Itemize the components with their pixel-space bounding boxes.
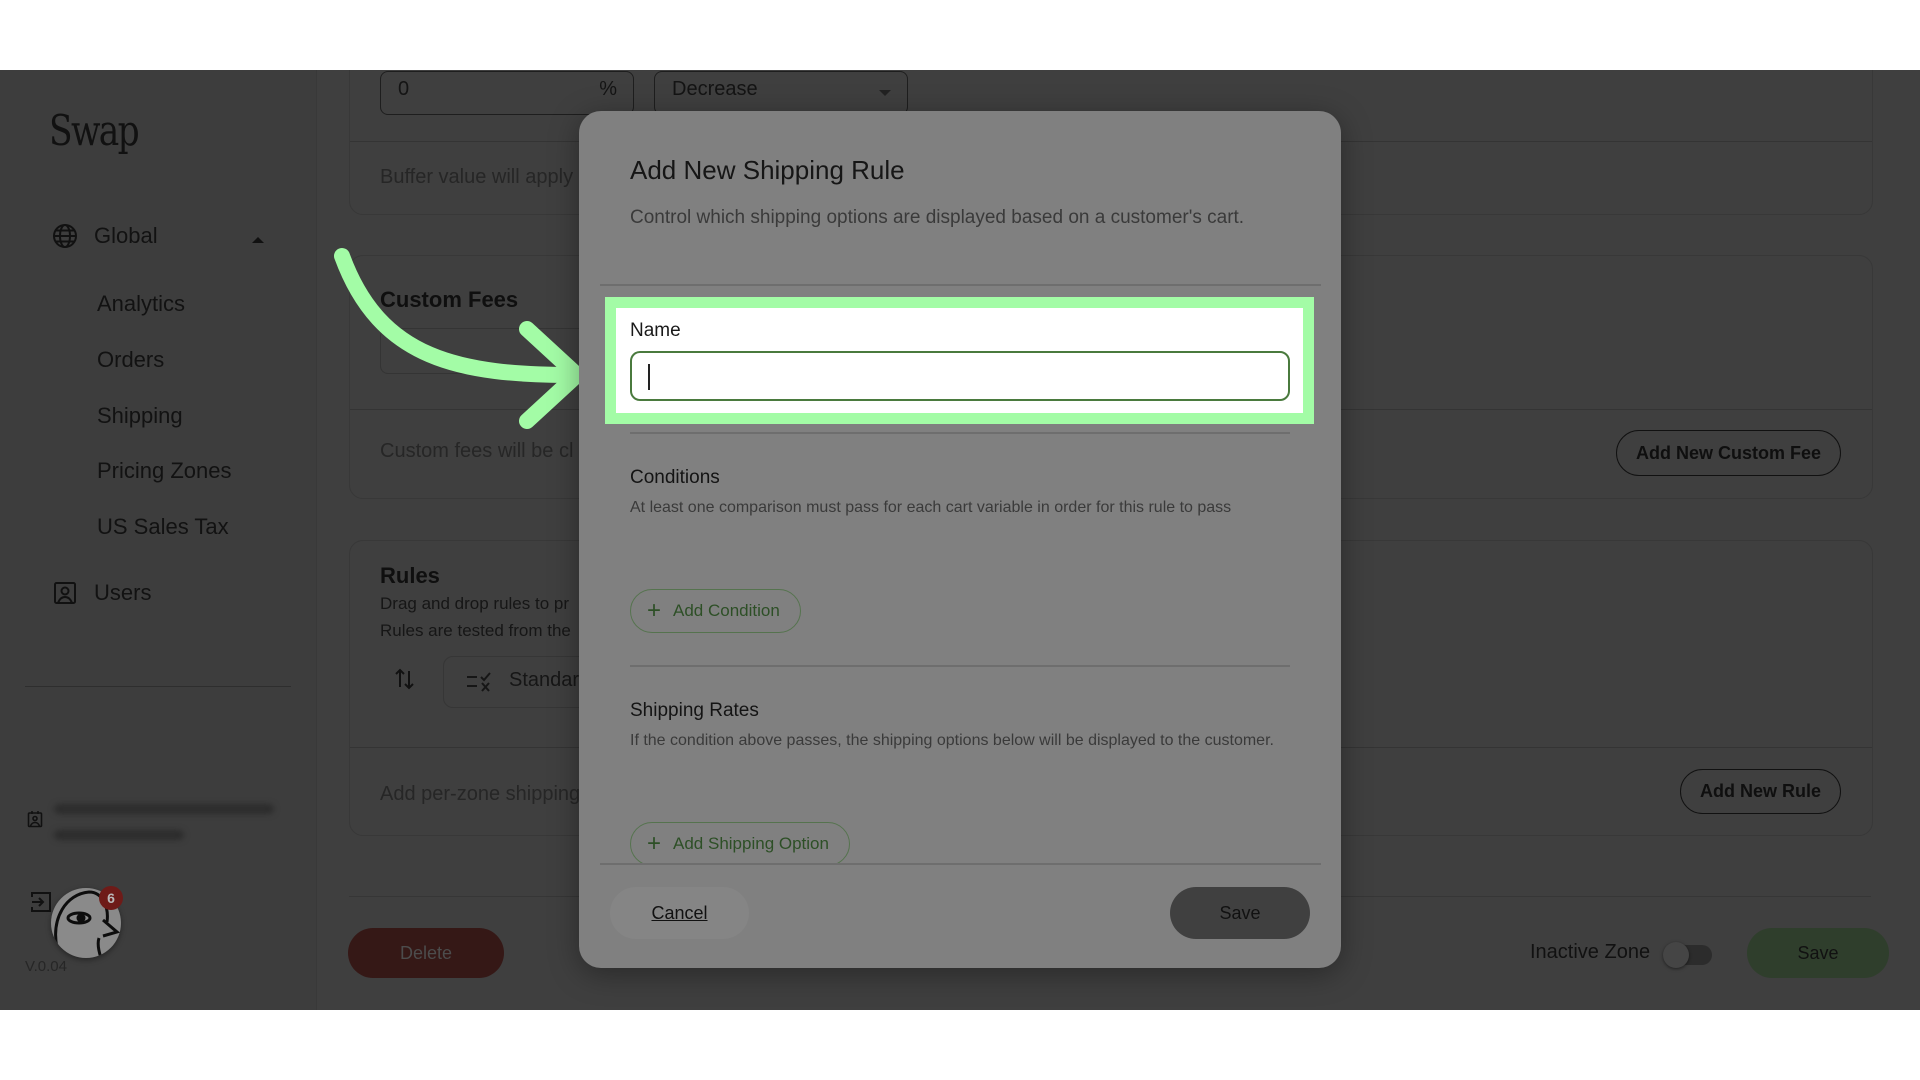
buffer-value-input[interactable]: 0 %	[380, 71, 634, 115]
chevron-down-icon	[879, 90, 891, 96]
sidebar-item-shipping[interactable]: Shipping	[97, 403, 183, 429]
sidebar-divider	[25, 686, 291, 687]
add-shipping-rule-modal: Add New Shipping Rule Control which ship…	[579, 111, 1341, 968]
add-new-custom-fee-button[interactable]: Add New Custom Fee	[1616, 430, 1841, 476]
sidebar: Swap Global Analytics Orders Shipping Pr…	[0, 70, 317, 1010]
add-shipping-option-label: Add Shipping Option	[673, 834, 829, 853]
logo: Swap	[49, 106, 140, 155]
modal-footer-divider	[600, 863, 1321, 865]
sidebar-item-global-label: Global	[94, 223, 158, 248]
rules-desc-1: Drag and drop rules to pr	[380, 594, 569, 613]
account-icon	[27, 810, 43, 833]
chevron-up-icon[interactable]	[252, 237, 264, 243]
modal-scroll-area: + Add Shipping Option	[579, 111, 1341, 863]
sidebar-item-analytics[interactable]: Analytics	[97, 291, 185, 317]
sidebar-item-us-sales-tax[interactable]: US Sales Tax	[97, 514, 229, 540]
inactive-zone-label: Inactive Zone	[1530, 941, 1651, 963]
buffer-value: 0	[398, 78, 410, 100]
sidebar-item-orders[interactable]: Orders	[97, 347, 164, 373]
notification-badge: 6	[99, 886, 123, 910]
inactive-zone-toggle[interactable]	[1663, 942, 1712, 968]
rules-note: Add per-zone shipping	[380, 783, 581, 805]
logout-icon[interactable]	[29, 890, 53, 919]
app-window: Swap Global Analytics Orders Shipping Pr…	[0, 70, 1920, 1010]
globe-icon	[52, 223, 78, 249]
add-new-rule-button[interactable]: Add New Rule	[1680, 769, 1841, 814]
delete-button[interactable]: Delete	[348, 928, 504, 978]
plus-icon: +	[647, 830, 662, 857]
annotation-arrow-icon	[334, 248, 585, 429]
account-email-blurred	[54, 800, 274, 842]
version-label: V.0.04	[25, 958, 67, 975]
sort-icon[interactable]	[394, 667, 416, 696]
save-zone-button[interactable]: Save	[1747, 928, 1889, 978]
sidebar-item-pricing-zones[interactable]: Pricing Zones	[97, 458, 232, 484]
buffer-direction-select[interactable]: Decrease	[654, 71, 908, 115]
buffer-note: Buffer value will apply	[380, 166, 574, 188]
toggle-knob	[1663, 942, 1689, 968]
sidebar-item-users-label: Users	[94, 580, 152, 605]
user-card-icon	[52, 580, 78, 606]
cancel-button[interactable]: Cancel	[610, 887, 749, 939]
buffer-unit: %	[599, 78, 617, 100]
rules-desc-2: Rules are tested from the	[380, 621, 571, 640]
save-button[interactable]: Save	[1170, 887, 1310, 939]
add-shipping-option-button[interactable]: + Add Shipping Option	[630, 822, 850, 863]
sidebar-item-global[interactable]: Global	[52, 223, 158, 249]
rule-item-label: Standar	[509, 669, 580, 691]
rule-checklist-icon	[466, 671, 492, 698]
buffer-direction-value: Decrease	[672, 78, 758, 100]
rules-title: Rules	[380, 563, 440, 588]
sidebar-item-users[interactable]: Users	[52, 580, 151, 606]
